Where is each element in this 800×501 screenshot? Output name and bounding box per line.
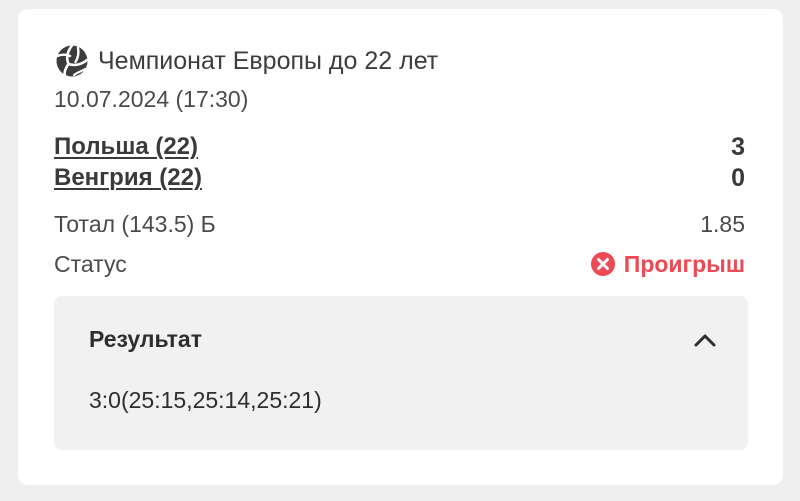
team-away-link[interactable]: Венгрия (22) xyxy=(54,164,202,192)
team-row-home: Польша (22) 3 xyxy=(54,132,745,162)
status-badge: Проигрыш xyxy=(590,251,745,278)
x-circle-icon xyxy=(590,252,615,276)
match-datetime: 10.07.2024 (17:30) xyxy=(54,86,249,112)
bet-card: Чемпионат Европы до 22 лет 10.07.2024 (1… xyxy=(18,9,783,485)
market-label: Тотал (143.5) Б xyxy=(54,210,216,237)
team-home-score: 3 xyxy=(731,132,745,161)
status-value: Проигрыш xyxy=(623,250,745,277)
team-home-link[interactable]: Польша (22) xyxy=(54,133,198,161)
result-title: Результат xyxy=(89,326,202,352)
odds-value: 1.85 xyxy=(700,210,745,237)
status-label: Статус xyxy=(54,250,127,277)
tournament-header: Чемпионат Европы до 22 лет xyxy=(54,43,438,79)
result-score: 3:0(25:15,25:14,25:21) xyxy=(89,387,322,413)
team-away-score: 0 xyxy=(731,163,745,192)
chevron-up-icon[interactable] xyxy=(692,329,718,351)
market-row: Тотал (143.5) Б 1.85 xyxy=(54,208,745,240)
status-row: Статус Проигрыш xyxy=(54,248,745,280)
volleyball-icon xyxy=(56,44,89,78)
tournament-name: Чемпионат Европы до 22 лет xyxy=(98,46,439,75)
result-panel: Результат 3:0(25:15,25:14,25:21) xyxy=(54,296,748,450)
team-row-away: Венгрия (22) 0 xyxy=(54,163,745,193)
